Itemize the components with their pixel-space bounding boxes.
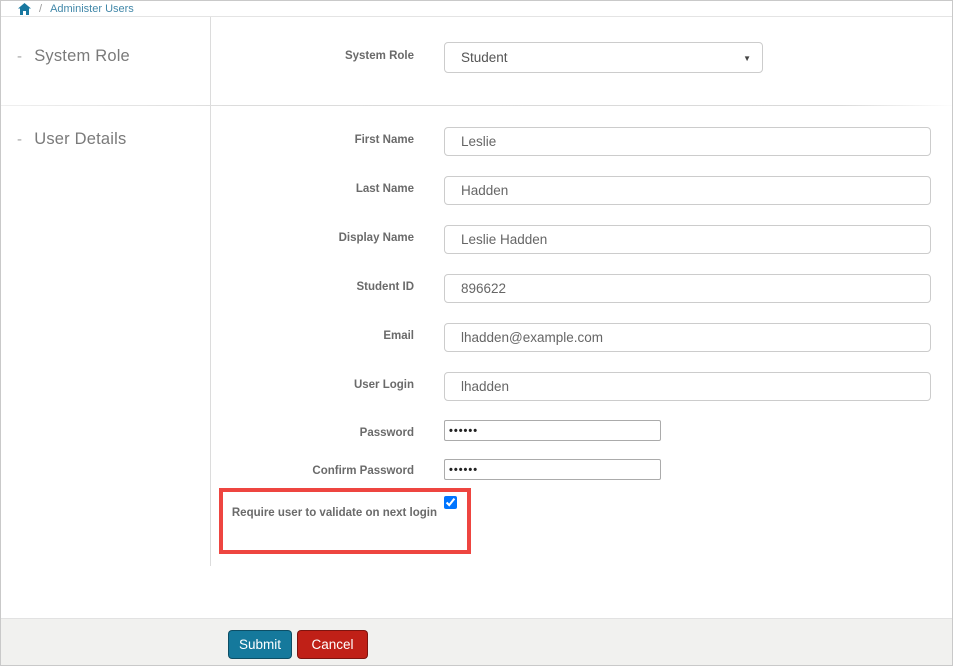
first-name-label: First Name <box>354 134 414 146</box>
submit-button[interactable]: Submit <box>228 630 292 659</box>
breadcrumb: / Administer Users <box>1 1 952 17</box>
display-name-field[interactable] <box>444 225 931 254</box>
email-label: Email <box>383 330 414 342</box>
system-role-label: System Role <box>344 50 414 62</box>
confirm-password-label: Confirm Password <box>312 465 414 477</box>
validate-checkbox[interactable] <box>444 496 457 509</box>
section-divider <box>1 105 952 106</box>
display-name-label: Display Name <box>338 232 414 244</box>
system-role-selected-value: Student <box>461 50 508 65</box>
chevron-down-icon: ▼ <box>743 54 751 63</box>
sidebar-item-user-details[interactable]: - User Details <box>17 130 126 149</box>
validate-highlight-box: Require user to validate on next login <box>219 488 471 554</box>
administer-users-page: / Administer Users - System Role - User … <box>0 0 953 666</box>
sidebar-item-label: System Role <box>34 47 130 65</box>
breadcrumb-separator: / <box>39 2 43 15</box>
email-field[interactable] <box>444 323 931 352</box>
sidebar-item-label: User Details <box>34 130 127 148</box>
sidebar-item-system-role[interactable]: - System Role <box>17 47 130 66</box>
last-name-label: Last Name <box>355 183 414 195</box>
student-id-field[interactable] <box>444 274 931 303</box>
user-login-field[interactable] <box>444 372 931 401</box>
first-name-field[interactable] <box>444 127 931 156</box>
form-footer: Submit Cancel <box>1 618 952 665</box>
cancel-button[interactable]: Cancel <box>297 630 368 659</box>
home-icon[interactable] <box>18 2 31 15</box>
sidebar-divider <box>210 17 211 566</box>
system-role-select[interactable]: Student ▼ <box>444 42 763 73</box>
collapse-icon[interactable]: - <box>17 48 22 65</box>
user-login-label: User Login <box>353 379 414 391</box>
last-name-field[interactable] <box>444 176 931 205</box>
password-field[interactable] <box>444 420 661 441</box>
password-label: Password <box>359 427 414 439</box>
breadcrumb-current[interactable]: Administer Users <box>50 3 134 15</box>
confirm-password-field[interactable] <box>444 459 661 480</box>
student-id-label: Student ID <box>356 281 415 293</box>
validate-checkbox-label: Require user to validate on next login <box>231 507 437 519</box>
collapse-icon[interactable]: - <box>17 131 22 148</box>
